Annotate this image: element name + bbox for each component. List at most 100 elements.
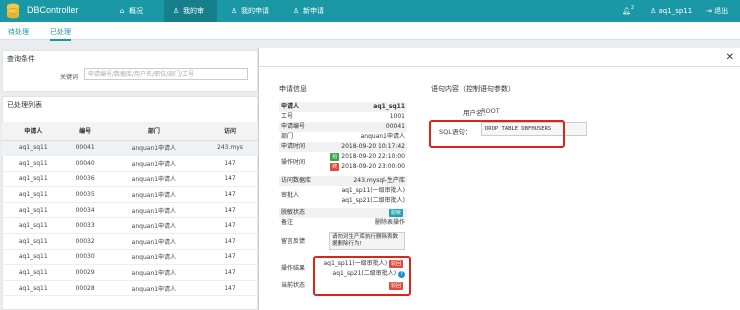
table-cell: 00032 xyxy=(64,233,106,250)
empno-label: 工号 xyxy=(281,113,294,120)
bell-icon: 🔔︎ xyxy=(622,7,631,15)
info-section-title: 申请信息 xyxy=(279,85,307,93)
table-cell: 147 xyxy=(201,217,258,235)
table-row[interactable]: aq1_sq11 00041 anquan1申请人 243.mys xyxy=(2,140,258,157)
row-optime: 操作时间 始 2018-09-20 22:10:00 终 2018-09-20 23… xyxy=(279,152,407,174)
database-logo-icon xyxy=(6,3,20,19)
table-cell: 00030 xyxy=(64,249,106,266)
table-cell: aq1_sq11 xyxy=(2,140,65,157)
nav-my-approval[interactable]: ♙我的审批 xyxy=(164,0,217,37)
db-value: 243.mysql-生产库 xyxy=(353,177,405,184)
table-row[interactable]: aq1_sq11 00035 anquan1申请人 147 xyxy=(2,186,258,203)
query-title: 查询条件 xyxy=(7,55,35,63)
table-cell: aq1_sq11 xyxy=(2,186,65,203)
table-cell: aq1_sq11 xyxy=(2,264,65,281)
notification-button[interactable]: 🔔︎2 xyxy=(622,0,634,22)
col-header-access[interactable]: 访问 xyxy=(201,122,258,141)
username-value: ROOT xyxy=(481,107,500,115)
nav-new-request[interactable]: ♙ 新申请 xyxy=(284,0,332,22)
tab-pending[interactable]: 待处理 xyxy=(8,27,29,37)
applicant-value: aq1_sq11 xyxy=(373,103,405,110)
table-cell: anquan1申请人 xyxy=(105,155,202,172)
db-label: 访问数据库 xyxy=(281,177,312,184)
table-row[interactable]: aq1_sq11 00032 anquan1申请人 147 xyxy=(2,233,258,250)
logout-label: 退出 xyxy=(714,7,729,15)
nav-overview-label: 概况 xyxy=(129,7,143,15)
dryrun-label: 脱敏状态 xyxy=(281,209,306,216)
table-cell: 00041 xyxy=(64,140,106,157)
user-icon: ♙ xyxy=(650,7,659,15)
close-icon[interactable]: ✕ xyxy=(726,52,734,63)
user-icon: ♙ xyxy=(172,7,180,15)
end-time: 2018-09-20 23:00:00 xyxy=(341,163,405,170)
dept-label: 部门 xyxy=(281,133,294,140)
table-row[interactable]: aq1_sq11 00034 anquan1申请人 147 xyxy=(2,202,258,219)
table-row[interactable]: aq1_sq11 00028 anquan1申请人 147 xyxy=(2,280,258,297)
table-cell: 147 xyxy=(201,155,258,172)
row-db: 访问数据库 243.mysql-生产库 xyxy=(279,176,407,186)
feedback-label: 留言反馈 xyxy=(281,238,306,245)
row-reqno: 申请编号 00041 xyxy=(279,122,407,132)
row-reqtime: 申请时间 2018-09-20 10:17:42 xyxy=(279,142,407,152)
user-name: aq1_sp11 xyxy=(658,7,693,15)
table-cell: 00036 xyxy=(64,171,106,188)
app-title: DBController xyxy=(27,5,79,15)
table-cell: 147 xyxy=(201,264,258,281)
detail-dialog: ✕ 申请信息 语句内容（控制语句参数） 申请人 aq1_sq11 工号 1001 申… xyxy=(258,48,740,310)
row-feedback: 留言反馈 请勿对生产库执行删除表数据删除行为! xyxy=(279,230,407,254)
optime-start: 始 2018-09-20 22:10:00 xyxy=(330,152,405,162)
content-section-title: 语句内容（控制语句参数） xyxy=(431,85,515,93)
row-remark: 备注 删除表操作 xyxy=(279,218,407,228)
divider xyxy=(259,66,740,67)
table-cell: 00028 xyxy=(64,280,106,297)
home-icon: ⌂ xyxy=(119,7,125,15)
table-cell: aq1_sq11 xyxy=(2,233,65,250)
table-cell: 00033 xyxy=(64,217,106,235)
table-cell: anquan1申请人 xyxy=(105,233,202,250)
table-row[interactable]: aq1_sq11 00033 anquan1申请人 147 xyxy=(2,217,258,235)
processed-table: 申请人 编号 部门 访问 aq1_sq11 00041 anquan1申请人 243.… xyxy=(2,122,258,297)
table-cell: 147 xyxy=(201,280,258,297)
nav-new-request-label: 新申请 xyxy=(303,7,324,15)
empno-value: 1001 xyxy=(389,113,405,120)
table-row[interactable]: aq1_sq11 00040 anquan1申请人 147 xyxy=(2,155,258,172)
nav-overview[interactable]: ⌂ 概况 xyxy=(110,0,151,22)
applicant-label: 申请人 xyxy=(281,103,300,110)
table-row[interactable]: aq1_sq11 00029 anquan1申请人 147 xyxy=(2,264,258,281)
table-row[interactable]: aq1_sq11 00036 anquan1申请人 147 xyxy=(2,171,258,188)
keyword-label: 关键词 xyxy=(60,74,79,81)
reqtime-label: 申请时间 xyxy=(281,143,306,150)
end-badge: 终 xyxy=(330,163,340,171)
dryrun-badge: 脱敏 xyxy=(388,209,403,217)
nav-my-request[interactable]: ♙ 我的申请 xyxy=(222,0,277,22)
logout-button[interactable]: ⇥ 退出 xyxy=(706,0,728,22)
result-highlight-box xyxy=(313,256,411,296)
table-row[interactable]: aq1_sq11 00030 anquan1申请人 147 xyxy=(2,249,258,266)
tab-done[interactable]: 已处理 xyxy=(50,27,71,41)
table-cell: anquan1申请人 xyxy=(105,202,202,219)
list-title: 已处理列表 xyxy=(7,101,42,109)
row-approver: 审批人 aq1_sp11(一级审批人) aq1_sp21(二级审批人) xyxy=(279,186,407,206)
table-cell: 147 xyxy=(201,186,258,203)
approver2-value: aq1_sp21(二级审批人) xyxy=(341,197,405,204)
reqno-label: 申请编号 xyxy=(281,123,306,130)
table-cell: aq1_sq11 xyxy=(2,280,65,297)
search-input[interactable]: 申请编号/数据库/用户名/职位/部门/工号 xyxy=(84,68,248,80)
sub-tab-bar: 待处理 已处理 xyxy=(0,22,740,41)
row-empno: 工号 1001 xyxy=(279,112,407,122)
plus-user-icon: ♙ xyxy=(292,7,300,15)
row-applicant: 申请人 aq1_sq11 xyxy=(279,102,407,112)
table-cell: aq1_sq11 xyxy=(2,155,65,172)
col-header-dept[interactable]: 部门 xyxy=(105,122,202,141)
nav-my-request-label: 我的申请 xyxy=(241,7,269,15)
col-header-applicant[interactable]: 申请人 xyxy=(2,122,65,141)
table-cell: 00040 xyxy=(64,155,106,172)
user-menu[interactable]: ♙ aq1_sp11 xyxy=(650,0,692,22)
optime-end: 终 2018-09-20 23:00:00 xyxy=(330,162,405,172)
col-header-number[interactable]: 编号 xyxy=(64,122,106,141)
table-cell: anquan1申请人 xyxy=(105,264,202,281)
table-cell: 243.mys xyxy=(201,140,258,157)
table-cell: 147 xyxy=(201,233,258,250)
table-cell: 00029 xyxy=(64,264,106,281)
reqno-value: 00041 xyxy=(385,123,405,130)
